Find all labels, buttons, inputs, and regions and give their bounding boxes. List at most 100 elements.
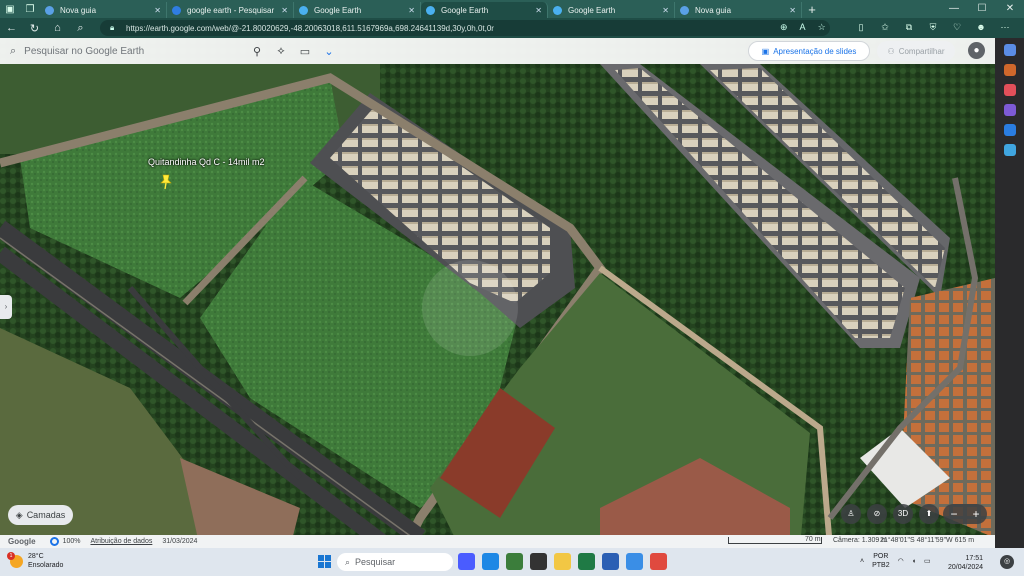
camera-altitude: Câmera: 1.309 m [833, 537, 888, 544]
zoom-in-button[interactable]: + [965, 504, 987, 524]
tab-close-icon[interactable]: ✕ [154, 6, 161, 15]
loading-globe-icon [49, 537, 59, 546]
slideshow-button[interactable]: ▣ Apresentação de slides [748, 41, 870, 61]
volume-icon[interactable]: ◖ [912, 558, 916, 565]
compass-icon[interactable]: ⬆ [919, 504, 939, 524]
tab-favicon-icon [172, 5, 181, 15]
weather-widget[interactable]: 1 28°C Ensolarado [7, 551, 63, 570]
zoom-controls: − + [943, 504, 987, 524]
wifi-icon[interactable]: ◠ [898, 557, 904, 565]
battery-icon[interactable]: ▭ [924, 557, 931, 565]
send-icon[interactable] [1003, 144, 1016, 156]
tab-close-icon[interactable]: ✕ [408, 6, 415, 15]
reload-button[interactable]: ↻ [23, 22, 46, 35]
slideshow-icon: ▣ [761, 46, 770, 56]
read-aloud-icon[interactable]: A [800, 22, 806, 33]
account-avatar-icon[interactable]: ● [968, 42, 985, 59]
data-attribution-link[interactable]: Atribuição de dados [90, 538, 152, 545]
browser-tab-bar: ▣ ❐ Nova guia ✕ google earth - Pesquisar ✕ G… [0, 0, 1024, 18]
minimize-button[interactable]: — [940, 0, 968, 18]
tools-icon[interactable] [1003, 84, 1016, 96]
tab-3[interactable]: Google Earth ✕ [421, 2, 548, 18]
new-tab-button[interactable]: + [802, 2, 822, 17]
start-button[interactable] [318, 555, 331, 568]
shopping-icon[interactable] [1003, 64, 1016, 76]
share-button[interactable]: ⚇ Compartilhar [877, 41, 955, 61]
satellite-map[interactable]: Quitandinha Qd C - 14mil m2 › ◈ Camadas … [0, 38, 995, 548]
excel-icon[interactable] [578, 553, 595, 570]
chevron-up-icon[interactable]: ˄ [860, 558, 864, 565]
tab-5[interactable]: Nova guia ✕ [675, 2, 802, 18]
collections-icon[interactable]: ⧉ [903, 21, 915, 33]
cursor-coordinates: 21°48'01"S 48°11'59"W 615 m [880, 537, 975, 544]
view-3d-button[interactable]: 3D [893, 504, 913, 524]
weather-badge: 1 [7, 551, 15, 560]
close-window-button[interactable]: ✕ [996, 0, 1024, 18]
store-icon[interactable] [506, 553, 523, 570]
clock[interactable]: 17:51 20/04/2024 [948, 554, 983, 572]
search-icon[interactable]: ⌕ [69, 22, 92, 35]
snipping-tool-icon[interactable] [650, 553, 667, 570]
tab-close-icon[interactable]: ✕ [281, 6, 288, 15]
home-button[interactable]: ⌂ [46, 22, 69, 34]
tab-label: Google Earth [441, 5, 489, 15]
layers-label: Camadas [26, 510, 66, 520]
imagery-date: 31/03/2024 [162, 538, 198, 545]
split-screen-icon[interactable]: ▯ [855, 21, 867, 33]
edge-icon[interactable] [482, 553, 499, 570]
profile-icon[interactable]: ☻ [975, 21, 987, 33]
back-button[interactable]: ← [0, 22, 23, 34]
pushpin-icon[interactable] [160, 174, 172, 190]
taskbar-search-label: Pesquisar [355, 557, 396, 567]
zoom-out-button[interactable]: − [943, 504, 965, 524]
games-icon[interactable] [1003, 104, 1016, 116]
satellite-imagery [0, 38, 995, 548]
layers-button[interactable]: ◈ Camadas [8, 505, 73, 525]
performance-icon[interactable]: ♡ [951, 21, 963, 33]
zoom-icon[interactable]: ⊕ [780, 22, 788, 33]
pinned-apps [458, 553, 667, 570]
load-percentage: 100% [62, 538, 81, 545]
file-explorer-icon[interactable] [554, 553, 571, 570]
tab-close-icon[interactable]: ✕ [535, 6, 542, 15]
side-panel-toggle[interactable]: › [0, 295, 12, 319]
maximize-button[interactable]: ☐ [968, 0, 996, 18]
photos-icon[interactable] [626, 553, 643, 570]
more-menu-icon[interactable]: ⋯ [999, 21, 1011, 33]
search-icon: ⌕ [345, 556, 351, 567]
outlook-icon[interactable] [1003, 124, 1016, 136]
tab-0[interactable]: Nova guia ✕ [40, 2, 167, 18]
ruler-icon[interactable]: ▭ [293, 45, 317, 58]
system-tray: ˄ POR PTB2 ◠ ◖ ▭ [860, 552, 931, 570]
placemark-label[interactable]: Quitandinha Qd C - 14mil m2 [148, 157, 265, 167]
slideshow-label: Apresentação de slides [773, 46, 857, 56]
tab-label: Nova guia [60, 5, 97, 15]
tab-close-icon[interactable]: ✕ [662, 6, 669, 15]
task-view-icon[interactable] [458, 553, 475, 570]
dell-icon[interactable] [530, 553, 547, 570]
shield-icon[interactable]: ⛨ [927, 21, 939, 33]
street-view-pegman-icon[interactable]: ♙ [841, 504, 861, 524]
taskbar-search[interactable]: ⌕ Pesquisar [337, 553, 453, 571]
url-field[interactable]: 🔒︎ https://earth.google.com/web/@-21.800… [100, 20, 830, 36]
tab-2[interactable]: Google Earth ✕ [294, 2, 421, 18]
tab-4[interactable]: Google Earth ✕ [548, 2, 675, 18]
location-off-icon[interactable]: ⊘ [867, 504, 887, 524]
share-label: Compartilhar [898, 46, 945, 56]
tab-1[interactable]: google earth - Pesquisar ✕ [167, 2, 294, 18]
favorite-star-icon[interactable]: ☆ [818, 22, 826, 33]
tab-close-icon[interactable]: ✕ [789, 6, 796, 15]
chevron-down-icon[interactable]: ⌄ [317, 45, 341, 58]
placemark-icon[interactable]: ⚲ [245, 45, 269, 58]
word-icon[interactable] [602, 553, 619, 570]
language-indicator[interactable]: POR PTB2 [872, 552, 890, 570]
favorites-icon[interactable]: ✩ [879, 21, 891, 33]
notifications-icon[interactable]: ◎ [1000, 555, 1014, 569]
tab-actions-icon[interactable]: ❐ [20, 0, 40, 18]
earth-search-box[interactable]: ⌕ Pesquisar no Google Earth [0, 45, 245, 58]
search-sidebar-icon[interactable] [1003, 44, 1016, 56]
path-icon[interactable]: ⟡ [269, 45, 293, 58]
workspaces-icon[interactable]: ▣ [0, 0, 20, 18]
tab-label: Nova guia [695, 5, 732, 15]
tab-favicon-icon [553, 5, 562, 15]
